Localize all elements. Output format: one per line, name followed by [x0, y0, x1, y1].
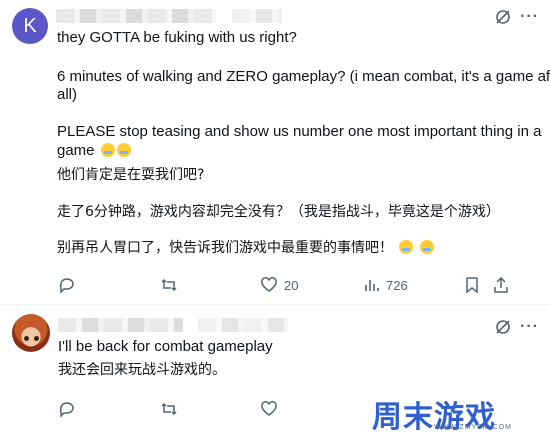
repost-button[interactable] — [160, 276, 178, 294]
avatar[interactable]: K — [12, 8, 48, 44]
like-button[interactable]: 20 — [260, 276, 298, 294]
tweet-text-line: 6 minutes of walking and ZERO gameplay? … — [57, 68, 550, 85]
like-button[interactable] — [260, 400, 278, 418]
reply-button[interactable] — [58, 400, 76, 418]
tweet-translation-line: 他们肯定是在耍我们吧? — [57, 167, 205, 183]
tweet-translation-line-with-emoji: 别再吊人胃口了，快告诉我们游戏中最重要的事情吧！ — [57, 239, 434, 258]
tweet-text: game — [57, 142, 95, 159]
reply-icon — [59, 278, 74, 294]
avatar[interactable] — [12, 314, 50, 352]
avatar-eye — [34, 336, 39, 341]
grok-icon[interactable] — [494, 8, 512, 31]
bookmark-button[interactable] — [464, 276, 480, 294]
tweet-text-line: PLEASE stop teasing and show us number o… — [57, 123, 542, 140]
author-name-redacted[interactable] — [58, 318, 183, 332]
like-count: 20 — [284, 277, 299, 293]
tweet-text-line: I'll be back for combat gameplay — [58, 338, 273, 355]
view-count: 726 — [386, 277, 408, 293]
heart-icon — [261, 401, 277, 416]
more-options-icon[interactable]: ··· — [520, 8, 539, 26]
crying-emoji-icon — [419, 240, 434, 254]
reply-button[interactable] — [58, 276, 76, 294]
reply-icon — [59, 402, 74, 418]
repost-icon — [161, 278, 177, 292]
tweet-translation-line: 我还会回来玩战斗游戏的。 — [58, 362, 226, 378]
tweet-text-line-with-emoji: game — [57, 141, 131, 160]
repost-icon — [161, 402, 177, 416]
bookmark-icon — [466, 277, 478, 294]
share-button[interactable] — [492, 276, 510, 294]
watermark-url: WWW.ZMYSM.COM — [434, 424, 512, 431]
avatar-eye — [24, 336, 29, 341]
share-icon — [494, 276, 508, 293]
crying-emoji-icon — [116, 143, 131, 157]
views-chart-icon — [365, 280, 379, 291]
crying-emoji-icon — [100, 143, 115, 157]
author-handle-redacted[interactable] — [198, 318, 288, 332]
tweet-translation-line: 走了6分钟路，游戏内容却完全没有？（我是指战斗，毕竟这是个游戏） — [57, 204, 500, 220]
grok-icon[interactable] — [494, 318, 512, 341]
crying-emoji-icon — [399, 240, 414, 254]
heart-icon — [261, 277, 277, 292]
more-options-icon[interactable]: ··· — [520, 318, 539, 336]
watermark-logo: 周末游戏 WWW.ZMYSM.COM — [372, 392, 542, 435]
tweet-translation: 别再吊人胃口了，快告诉我们游戏中最重要的事情吧！ — [57, 240, 393, 256]
tweet-text-line: they GOTTA be fuking with us right? — [57, 29, 297, 46]
views-button[interactable]: 726 — [362, 276, 408, 294]
author-name-redacted[interactable] — [56, 9, 216, 23]
repost-button[interactable] — [160, 400, 178, 418]
post-divider — [0, 304, 550, 305]
tweet-text-line: all) — [57, 86, 78, 103]
author-handle-redacted[interactable] — [232, 9, 282, 23]
